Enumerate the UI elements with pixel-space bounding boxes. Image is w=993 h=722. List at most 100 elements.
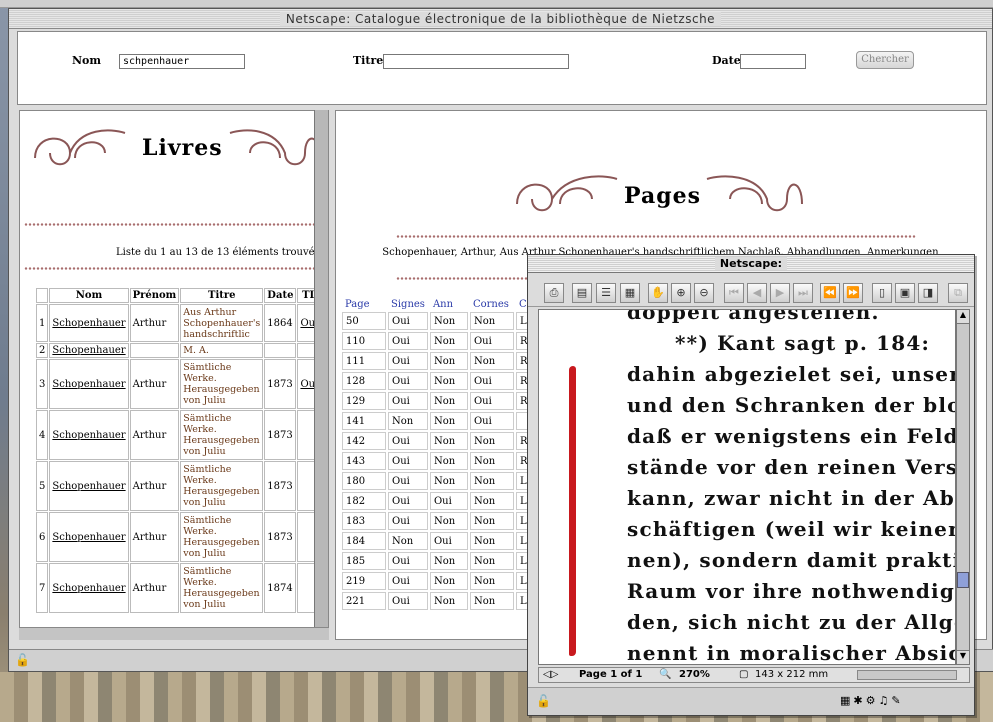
go-forward-icon[interactable]: ⏩ [843,283,863,303]
prev-page-icon[interactable]: ◀ [747,283,767,303]
date-cell: 1873 [264,359,297,409]
author-link[interactable]: Schopenhauer [49,359,129,409]
author-link[interactable]: Schopenhauer [49,343,129,358]
bookmarks-icon[interactable]: ☰ [596,283,616,303]
titre-input[interactable] [383,54,569,69]
row-number: 7 [36,563,49,613]
viewer-vertical-scrollbar[interactable]: ▲ ▼ [956,309,970,665]
titre-cell: Sämtliche Werke. Herausgegeben von Juliu [180,461,264,511]
pages-cell: 128 [342,372,386,390]
pages-cell: Non [469,592,514,610]
pages-cell: Non [469,432,514,450]
prenom-cell: Arthur [129,512,180,562]
actual-size-icon[interactable]: ▯ [872,283,892,303]
livres-horizontal-scrollbar[interactable] [19,627,329,640]
titre-cell: Sämtliche Werke. Herausgegeben von Juliu [180,563,264,613]
table-row: 5 Schopenhauer Arthur Sämtliche Werke. H… [36,461,322,511]
chercher-button[interactable]: Chercher [856,51,914,69]
pages-cell: Oui [469,332,514,350]
pages-cell: Oui [469,372,514,390]
next-page-icon[interactable]: ▶ [770,283,790,303]
page-indicator[interactable]: Page 1 of 1 [579,668,642,682]
table-row: 7 Schopenhauer Arthur Sämtliche Werke. H… [36,563,322,613]
nom-input[interactable]: schpenhauer [119,54,245,69]
pages-cell: Non [429,312,468,330]
viewer-toolbar: ⎙ ▤ ☰ ▦ ✋ ⊕ ⊖ ⏮ ◀ ▶ ⏭ ⏪ ⏩ ▯ ▣ ◨ ⧉ [528,275,974,307]
divider [24,267,316,270]
col-header: Titre [180,288,264,303]
col-header [36,288,49,303]
go-back-icon[interactable]: ⏪ [820,283,840,303]
document-page-view[interactable]: doppelt angestellen. **) Kant sagt p. 184… [538,309,956,665]
red-margin-mark [569,366,576,656]
lock-icon: 🔓 [15,653,30,667]
table-row: 129 Oui Non Oui R [342,392,532,410]
last-page-icon[interactable]: ⏭ [793,283,813,303]
row-number: 3 [36,359,49,409]
zoom-out-icon[interactable]: ⊖ [694,283,714,303]
thumbnails-icon[interactable]: ▦ [620,283,640,303]
pages-cell: Oui [388,392,428,410]
document-text-line: nen), sondern damit prakti [627,548,956,572]
fit-width-icon[interactable]: ◨ [918,283,938,303]
table-row: 182 Oui Oui Non L [342,492,532,510]
col-header: Page [345,299,370,310]
col-header: Nom [49,288,129,303]
table-row: 110 Oui Non Oui R [342,332,532,350]
date-cell: 1874 [264,563,297,613]
table-row: 183 Oui Non Non L [342,512,532,530]
ornament-swirl-icon [516,175,618,212]
author-link[interactable]: Schopenhauer [49,461,129,511]
author-link[interactable]: Schopenhauer [49,410,129,460]
author-link[interactable]: Schopenhauer [49,512,129,562]
table-row: 143 Oui Non Non R [342,452,532,470]
copy-icon[interactable]: ⧉ [948,283,968,303]
document-text-line: und den Schranken der bloss [627,393,956,417]
page-nav-arrows-icon[interactable]: ◁▷ [543,668,558,682]
scroll-down-icon[interactable]: ▼ [957,650,969,664]
pages-cell: 180 [342,472,386,490]
status-component-icons[interactable]: ▦✱⚙♫✎ [840,694,904,707]
print-icon[interactable]: ⎙ [544,283,564,303]
hand-tool-icon[interactable]: ✋ [648,283,668,303]
zoom-in-icon[interactable]: ⊕ [671,283,691,303]
pages-cell: Non [469,492,514,510]
pages-cell: Oui [388,452,428,470]
viewer-status-bar: 🔓 ▦✱⚙♫✎ [528,687,974,715]
pages-cell: Oui [388,372,428,390]
date-input[interactable] [740,54,806,69]
popup-titlebar[interactable]: Netscape: [528,255,974,273]
viewer-horizontal-scrollbar[interactable] [857,670,957,680]
page-only-icon[interactable]: ▤ [572,283,592,303]
table-row: 50 Oui Non Non L [342,312,532,330]
document-text-line: dahin abgezielet sei, unser [627,362,956,386]
pages-cell: Oui [388,312,428,330]
table-row: 141 Non Non Oui [342,412,532,430]
pages-cell: Oui [388,432,428,450]
author-link[interactable]: Schopenhauer [49,304,129,342]
col-header: Cornes [472,299,509,310]
page-size: 143 x 212 mm [755,669,829,680]
fit-page-icon[interactable]: ▣ [895,283,915,303]
pages-cell: Oui [388,492,428,510]
ornament-swirl-icon [229,129,321,166]
lock-icon: 🔓 [536,694,551,708]
pages-cell: Oui [388,572,428,590]
col-header: Prénom [129,288,180,303]
window-titlebar[interactable]: Netscape: Catalogue électronique de la b… [9,9,992,29]
ornament-swirl-icon [34,129,126,166]
table-row: 185 Oui Non Non L [342,552,532,570]
table-row: 111 Oui Non Non R [342,352,532,370]
table-row: 219 Oui Non Non L [342,572,532,590]
pages-cell: Non [429,392,468,410]
pages-cell: 50 [342,312,386,330]
livres-vertical-scrollbar[interactable] [314,110,328,640]
author-link[interactable]: Schopenhauer [49,563,129,613]
pages-cell: 111 [342,352,386,370]
document-text-line: Raum vor ihre nothwendige [627,579,956,603]
zoom-level[interactable]: 270% [679,668,710,682]
first-page-icon[interactable]: ⏮ [724,283,744,303]
pages-cell: Oui [388,352,428,370]
scroll-up-icon[interactable]: ▲ [957,310,969,324]
scroll-thumb[interactable] [957,572,969,588]
